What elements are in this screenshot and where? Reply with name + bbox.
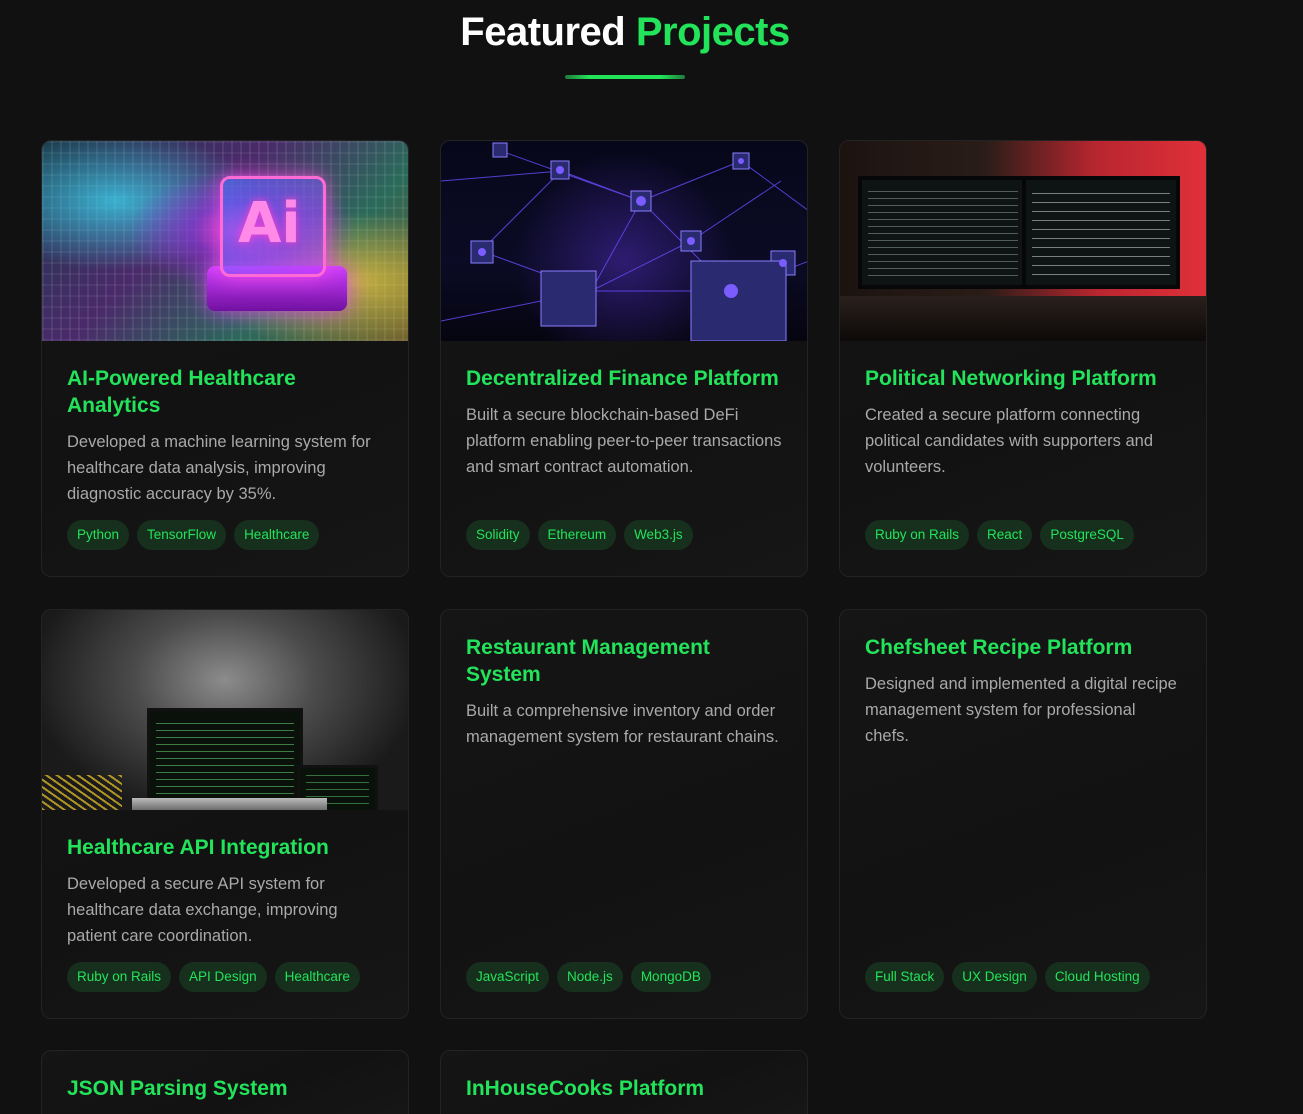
project-card-json-parsing[interactable]: JSON Parsing System <box>41 1050 409 1114</box>
laptop-code-image <box>42 610 408 810</box>
tag-list: Solidity Ethereum Web3.js <box>466 520 693 550</box>
tag-list: Full Stack UX Design Cloud Hosting <box>865 962 1150 992</box>
project-title[interactable]: JSON Parsing System <box>67 1075 383 1102</box>
project-title[interactable]: Healthcare API Integration <box>67 834 383 861</box>
tag: Ruby on Rails <box>67 962 172 992</box>
tag: Ruby on Rails <box>865 520 970 550</box>
tag: JavaScript <box>466 962 550 992</box>
tag: TensorFlow <box>137 520 227 550</box>
tag: UX Design <box>952 962 1037 992</box>
tag: Ethereum <box>537 520 617 550</box>
project-card-defi[interactable]: Decentralized Finance Platform Built a s… <box>440 140 808 577</box>
project-title[interactable]: Decentralized Finance Platform <box>466 365 782 392</box>
section-title-main: Featured <box>460 10 626 54</box>
developer-desk-image <box>840 141 1206 341</box>
project-description: Built a secure blockchain-based DeFi pla… <box>466 406 782 476</box>
ai-chip-image: Ai <box>42 141 408 341</box>
projects-section: Featured Projects Ai AI-Powered Healthca… <box>0 0 1303 1114</box>
project-title[interactable]: Political Networking Platform <box>865 365 1181 392</box>
tag-list: Python TensorFlow Healthcare <box>67 520 320 550</box>
title-underline <box>565 75 685 79</box>
tag-list: Ruby on Rails API Design Healthcare <box>67 962 360 992</box>
tag: PostgreSQL <box>1040 520 1134 550</box>
project-description: Designed and implemented a digital recip… <box>865 675 1177 745</box>
tag: Python <box>67 520 130 550</box>
project-title[interactable]: InHouseCooks Platform <box>466 1075 782 1102</box>
project-title[interactable]: Chefsheet Recipe Platform <box>865 634 1181 661</box>
project-description: Developed a machine learning system for … <box>67 433 371 503</box>
tag: Healthcare <box>234 520 320 550</box>
project-description: Developed a secure API system for health… <box>67 875 338 945</box>
tag: Healthcare <box>274 962 360 992</box>
tag: Node.js <box>557 962 623 992</box>
tag: Web3.js <box>624 520 693 550</box>
section-title: Featured Projects <box>0 10 1250 55</box>
project-card-inhousecooks[interactable]: InHouseCooks Platform <box>440 1050 808 1114</box>
blockchain-network-image <box>441 141 807 341</box>
project-card-healthcare-api[interactable]: Healthcare API Integration Developed a s… <box>41 609 409 1019</box>
project-card-restaurant[interactable]: Restaurant Management System Built a com… <box>440 609 808 1019</box>
tag: MongoDB <box>630 962 711 992</box>
tag: Full Stack <box>865 962 945 992</box>
project-card-chefsheet[interactable]: Chefsheet Recipe Platform Designed and i… <box>839 609 1207 1019</box>
project-description: Built a comprehensive inventory and orde… <box>466 702 779 746</box>
tag: Solidity <box>466 520 530 550</box>
tag: React <box>977 520 1033 550</box>
tag: API Design <box>179 962 267 992</box>
project-card-ai-healthcare[interactable]: Ai AI-Powered Healthcare Analytics Devel… <box>41 140 409 577</box>
section-title-accent: Projects <box>635 10 790 54</box>
project-title[interactable]: AI-Powered Healthcare Analytics <box>67 365 383 419</box>
project-card-political[interactable]: Political Networking Platform Created a … <box>839 140 1207 577</box>
tag-list: JavaScript Node.js MongoDB <box>466 962 711 992</box>
project-description: Created a secure platform connecting pol… <box>865 406 1154 476</box>
tag-list: Ruby on Rails React PostgreSQL <box>865 520 1134 550</box>
tag: Cloud Hosting <box>1044 962 1150 992</box>
project-title[interactable]: Restaurant Management System <box>466 634 782 688</box>
